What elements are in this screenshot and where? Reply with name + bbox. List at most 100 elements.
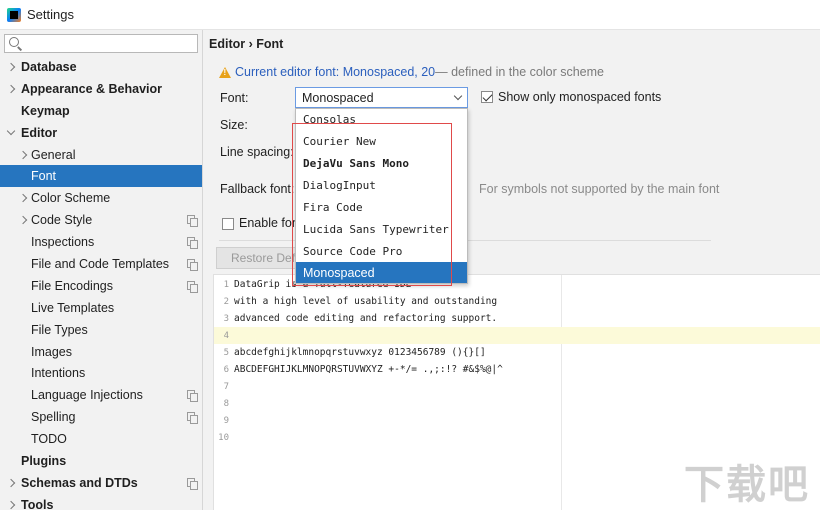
chevron-right-icon[interactable] xyxy=(18,150,28,159)
font-label: Font: xyxy=(220,91,249,105)
sidebar-item-label: Intentions xyxy=(31,366,86,381)
sidebar-item-color-scheme[interactable]: Color Scheme xyxy=(0,187,202,209)
sidebar-item-inspections[interactable]: Inspections xyxy=(0,231,202,253)
settings-tree: Database Appearance & Behavior Keymap Edito… xyxy=(0,56,202,510)
font-option-lucida-sans-typewriter[interactable]: Lucida Sans Typewriter xyxy=(296,218,467,240)
project-scope-icon xyxy=(187,259,198,272)
line-number: 4 xyxy=(223,330,229,341)
project-scope-icon xyxy=(187,412,198,425)
chevron-right-icon[interactable] xyxy=(6,478,16,488)
chevron-down-icon xyxy=(453,91,463,101)
show-mono-label[interactable]: Show only monospaced fonts xyxy=(498,90,661,104)
sidebar-item-label: General xyxy=(31,147,76,162)
project-scope-icon xyxy=(187,390,198,403)
sidebar-item-file-encodings[interactable]: File Encodings xyxy=(0,275,202,297)
warning-icon xyxy=(219,66,231,78)
sidebar-item-appearance-behavior[interactable]: Appearance & Behavior xyxy=(0,78,202,100)
search-icon xyxy=(9,37,19,47)
font-option-dejavu-sans-mono[interactable]: DejaVu Sans Mono xyxy=(296,152,467,174)
font-option-consolas[interactable]: Consolas xyxy=(296,109,467,130)
sidebar-item-keymap[interactable]: Keymap xyxy=(0,100,202,122)
project-scope-icon xyxy=(187,477,198,490)
sidebar-item-label: Editor xyxy=(21,125,58,140)
line-number: 9 xyxy=(223,415,229,426)
font-select-value: Monospaced xyxy=(302,90,374,105)
fallback-font-label: Fallback font: xyxy=(220,182,295,196)
sidebar-item-code-style[interactable]: Code Style xyxy=(0,209,202,231)
sidebar-item-live-templates[interactable]: Live Templates xyxy=(0,297,202,319)
sidebar-item-images[interactable]: Images xyxy=(0,341,202,363)
sidebar-item-schemas-and-dtds[interactable]: Schemas and DTDs xyxy=(0,472,202,494)
sidebar-item-tools[interactable]: Tools xyxy=(0,494,202,510)
font-option-fira-code[interactable]: Fira Code xyxy=(296,196,467,218)
font-dropdown-list[interactable]: Consolas Courier New DejaVu Sans Mono Dialo… xyxy=(295,108,468,284)
preview-line: 10 xyxy=(214,429,820,446)
breadcrumb: Editor › Font xyxy=(209,37,284,51)
sidebar-item-font[interactable]: Font xyxy=(0,165,202,188)
sidebar-item-label: File and Code Templates xyxy=(31,256,170,271)
preview-line: 4 xyxy=(214,327,820,344)
preview-line: 3 advanced code editing and refactoring s… xyxy=(214,310,820,327)
line-number: 7 xyxy=(223,381,229,392)
sidebar-item-todo[interactable]: TODO xyxy=(0,428,202,450)
datagrip-app-icon xyxy=(7,7,21,22)
chevron-right-icon[interactable] xyxy=(6,500,16,510)
project-scope-icon xyxy=(187,237,198,250)
sidebar-item-editor[interactable]: Editor xyxy=(0,122,202,144)
line-spacing-label: Line spacing: xyxy=(220,145,294,159)
size-label: Size: xyxy=(220,118,248,132)
chevron-down-icon[interactable] xyxy=(6,126,16,135)
sidebar-item-database[interactable]: Database xyxy=(0,56,202,78)
line-number: 1 xyxy=(223,279,229,290)
sidebar-item-label: File Types xyxy=(31,322,88,337)
font-option-source-code-pro[interactable]: Source Code Pro xyxy=(296,240,467,262)
sidebar-item-label: File Encodings xyxy=(31,278,113,293)
preview-code: with a high level of usability and outst… xyxy=(234,296,498,307)
sidebar-item-label: Database xyxy=(21,59,77,74)
title-bar: Settings xyxy=(0,0,820,30)
preview-line: 2 with a high level of usability and outs… xyxy=(214,293,820,310)
line-number: 10 xyxy=(218,432,229,443)
current-font-link[interactable]: Current editor font: Monospaced, 20 xyxy=(235,65,435,79)
sidebar-item-label: Spelling xyxy=(31,410,76,425)
sidebar-item-label: Keymap xyxy=(21,103,70,118)
preview-code: ABCDEFGHIJKLMNOPQRSTUVWXYZ +-*/= .,;:!? … xyxy=(234,364,503,375)
font-option-dialoginput[interactable]: DialogInput xyxy=(296,174,467,196)
line-number: 6 xyxy=(223,364,229,375)
settings-sidebar: Database Appearance & Behavior Keymap Edito… xyxy=(0,30,203,510)
sidebar-item-file-and-code-templates[interactable]: File and Code Templates xyxy=(0,253,202,275)
preview-code: abcdefghijklmnopqrstuvwxyz 0123456789 ()… xyxy=(234,347,486,358)
sidebar-item-label: Code Style xyxy=(31,213,93,228)
sidebar-item-label: Plugins xyxy=(21,453,67,468)
sidebar-item-intentions[interactable]: Intentions xyxy=(0,362,202,384)
sidebar-item-file-types[interactable]: File Types xyxy=(0,319,202,341)
preview-line: 9 xyxy=(214,412,820,429)
chevron-right-icon[interactable] xyxy=(6,62,16,72)
sidebar-item-language-injections[interactable]: Language Injections xyxy=(0,384,202,406)
sidebar-item-general[interactable]: General xyxy=(0,144,202,166)
enable-ligatures-label[interactable]: Enable font xyxy=(239,216,302,230)
site-watermark: 下载吧 xyxy=(684,452,820,510)
sidebar-item-spelling[interactable]: Spelling xyxy=(0,406,202,428)
settings-search[interactable] xyxy=(4,34,198,53)
sidebar-item-label: Color Scheme xyxy=(31,191,111,206)
sidebar-item-label: Tools xyxy=(21,497,54,510)
chevron-right-icon[interactable] xyxy=(18,215,28,225)
project-scope-icon xyxy=(187,215,198,228)
project-scope-icon xyxy=(187,280,198,293)
show-mono-checkbox[interactable] xyxy=(481,91,493,103)
sidebar-item-label: TODO xyxy=(31,432,67,447)
line-number: 5 xyxy=(223,347,229,358)
font-select[interactable]: Monospaced xyxy=(295,87,468,108)
sidebar-item-plugins[interactable]: Plugins xyxy=(0,450,202,472)
font-option-courier-new[interactable]: Courier New xyxy=(296,130,467,152)
chevron-right-icon[interactable] xyxy=(6,84,16,94)
preview-line: 6 ABCDEFGHIJKLMNOPQRSTUVWXYZ +-*/= .,;:!?… xyxy=(214,361,820,378)
font-option-monospaced[interactable]: Monospaced xyxy=(296,262,467,283)
sidebar-item-label: Images xyxy=(31,344,72,359)
sidebar-item-label: Language Injections xyxy=(31,388,143,403)
search-input[interactable] xyxy=(23,36,193,51)
sidebar-item-label: Font xyxy=(31,169,57,184)
enable-ligatures-checkbox[interactable] xyxy=(222,218,234,230)
chevron-right-icon[interactable] xyxy=(18,194,28,203)
